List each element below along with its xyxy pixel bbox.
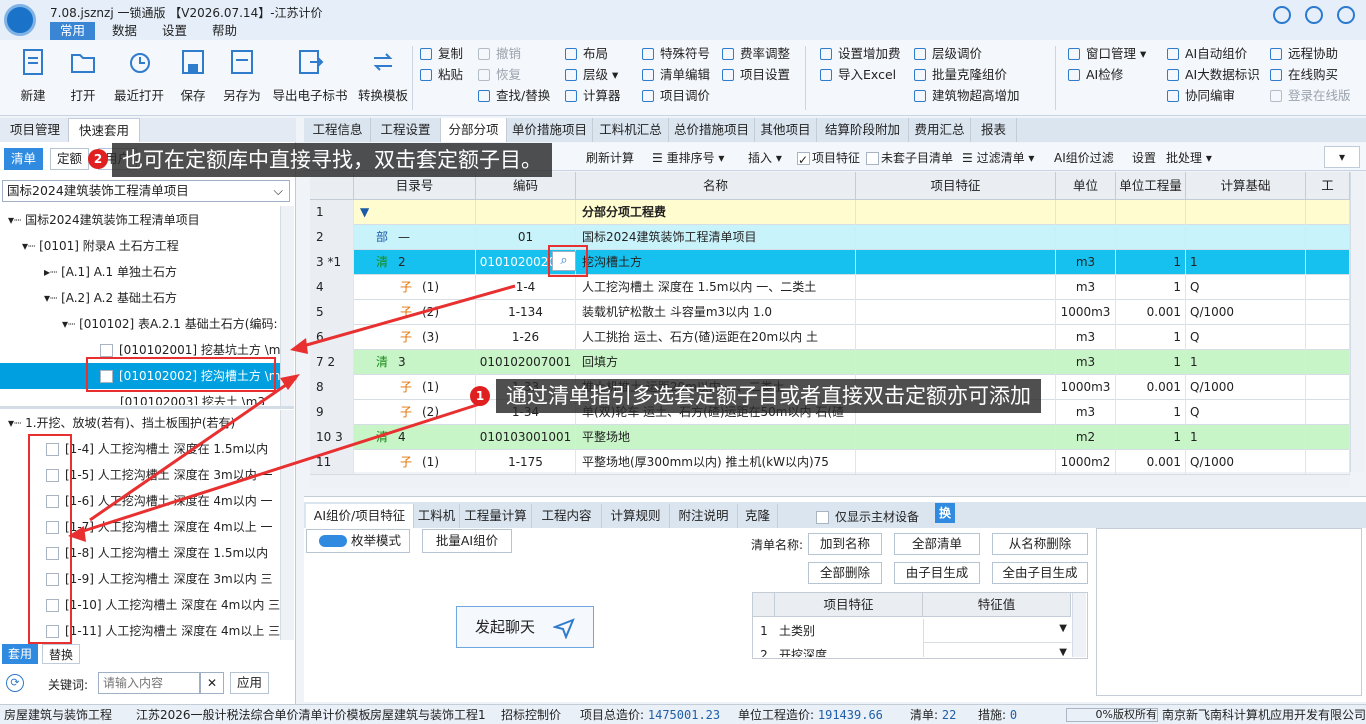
badge-1: 1 — [470, 386, 490, 406]
badge-2: 2 — [88, 149, 108, 169]
status-list-count: 清单: 22 — [910, 708, 957, 722]
status-progress: 0%版权所有 — [1066, 708, 1158, 722]
callout-quota-library: 也可在定额库中直接寻找，双击套定额子目。 — [112, 143, 552, 177]
highlight-box — [86, 357, 276, 392]
status-project: 房屋建筑与装饰工程 — [4, 708, 113, 722]
highlight-box — [548, 245, 588, 277]
callout-list-guide: 通过清单指引多选套定额子目或者直接双击定额亦可添加 — [496, 379, 1041, 413]
status-template: 江苏2026一般计税法综合单价清单计价模板 — [136, 708, 371, 722]
status-company: 南京新飞南科计算机应用开发有限公司 — [1162, 708, 1366, 722]
status-measure-count: 措施: 0 — [978, 708, 1018, 722]
status-unit-cost: 单位工程造价: 191439.66 — [738, 708, 883, 722]
status-unit: 房屋建筑与装饰工程1 — [370, 708, 486, 722]
status-total: 项目总造价: 1475001.23 — [580, 708, 721, 722]
highlight-box — [28, 434, 72, 644]
status-bar: 房屋建筑与装饰工程 江苏2026一般计税法综合单价清单计价模板 房屋建筑与装饰工… — [0, 704, 1366, 724]
status-price-type: 招标控制价 — [501, 708, 562, 722]
